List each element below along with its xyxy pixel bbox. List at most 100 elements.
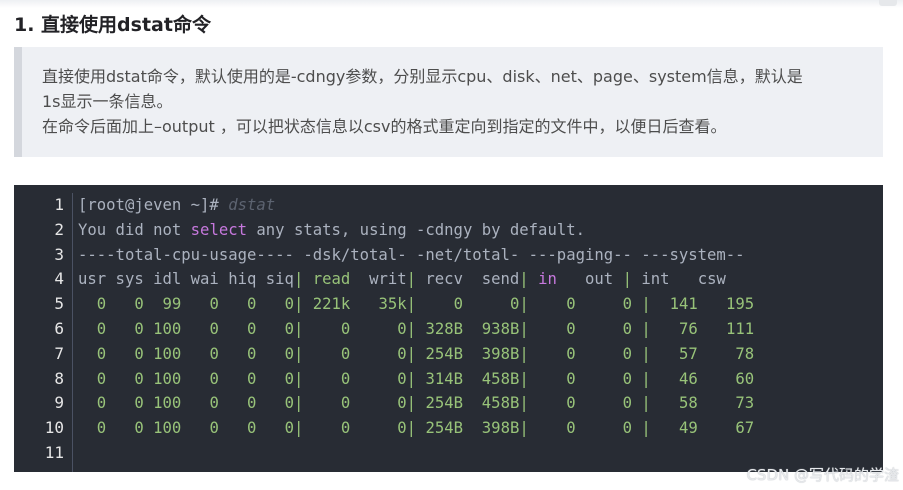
cell-siq: 0 (256, 295, 294, 314)
cell-out: 0 (575, 419, 633, 438)
cell-idl: 100 (143, 394, 182, 413)
code-line-3: ----total-cpu-usage---- -dsk/total- -net… (78, 245, 745, 264)
cell-writ: 35k (350, 295, 407, 314)
separator: | (293, 344, 304, 363)
cell-csw: 73 (697, 394, 755, 413)
cell-wai: 0 (181, 319, 219, 338)
cell-sys: 0 (106, 295, 144, 314)
top-shadow (0, 0, 903, 8)
cell-writ: 0 (350, 319, 407, 338)
cell-writ: 0 (350, 394, 407, 413)
msg-after: any stats, using -cdngy by default. (247, 220, 585, 239)
separator: | (406, 295, 417, 314)
line-number: 8 (54, 368, 64, 388)
cell-recv: 0 (416, 295, 464, 314)
shell-command: dstat (228, 196, 276, 214)
separator: | (293, 394, 304, 413)
cell-in: 0 (528, 419, 576, 438)
cell-wai: 0 (181, 419, 219, 438)
cell-hiq: 0 (218, 394, 257, 413)
cell-int: 57 (650, 344, 698, 363)
cell-int: 76 (650, 319, 698, 338)
shell-prompt: [root@jeven ~]# (78, 196, 229, 214)
cell-out: 0 (575, 394, 633, 413)
cell-in: 0 (528, 394, 576, 413)
separator: | (519, 319, 529, 338)
separator: | (406, 394, 417, 413)
cell-csw: 67 (697, 419, 755, 438)
cell-siq: 0 (256, 419, 294, 438)
line-number: 11 (44, 442, 64, 462)
corner-mark (879, 0, 897, 6)
cell-siq: 0 (256, 369, 294, 388)
stat-row: 0 0 100 0 0 0| 0 0| 254B 398B| 0 0 | 57 … (78, 342, 883, 367)
line-number: 6 (54, 318, 64, 338)
cell-recv: 254B (416, 419, 464, 438)
cell-hiq: 0 (218, 319, 257, 338)
cell-out: 0 (575, 295, 633, 314)
line-number: 5 (54, 294, 64, 314)
cell-in: 0 (528, 319, 576, 338)
line-number-gutter: 1 2 3 4 5 6 7 8 9 10 11 (14, 193, 73, 472)
separator: | (632, 295, 651, 314)
cell-usr: 0 (78, 394, 107, 413)
separator: | (632, 319, 651, 338)
separator: | (406, 319, 417, 338)
cell-idl: 100 (143, 344, 182, 363)
header-out: out (585, 270, 614, 289)
cell-in: 0 (528, 369, 576, 388)
header-sys: int csw (641, 270, 726, 289)
separator: | (519, 394, 529, 413)
msg-keyword: select (190, 220, 248, 239)
cell-int: 141 (650, 295, 698, 314)
code-line-2: You did not select any stats, using -cdn… (78, 218, 883, 243)
separator: | (519, 344, 529, 363)
cell-read: 0 (303, 319, 351, 338)
cell-send: 938B (463, 319, 520, 338)
separator: | (519, 295, 529, 314)
header-read: read (312, 270, 351, 289)
blockquote: 直接使用dstat命令，默认使用的是-cdngy参数，分别显示cpu、disk、… (14, 47, 883, 157)
cell-idl: 99 (143, 295, 182, 314)
quote-line-1: 直接使用dstat命令，默认使用的是-cdngy参数，分别显示cpu、disk、… (42, 67, 803, 86)
msg-before: You did not (78, 220, 191, 239)
cell-in: 0 (528, 344, 576, 363)
cell-out: 0 (575, 369, 633, 388)
cell-recv: 314B (416, 369, 464, 388)
separator: | (406, 369, 417, 388)
stat-row: 0 0 100 0 0 0| 0 0| 314B 458B| 0 0 | 46 … (78, 367, 883, 392)
line-number: 4 (54, 269, 64, 289)
watermark: CSDN @写代码的学渣 (746, 466, 899, 484)
cell-read: 0 (303, 344, 351, 363)
code-block[interactable]: 1 2 3 4 5 6 7 8 9 10 11 [root@jeven ~]# dstat You … (14, 185, 883, 472)
cell-read: 0 (303, 369, 351, 388)
code-lines: [root@jeven ~]# dstat You did not select… (78, 193, 883, 466)
page: 1. 直接使用dstat命令 直接使用dstat命令，默认使用的是-cdngy参… (0, 0, 903, 490)
cell-usr: 0 (78, 319, 107, 338)
cell-read: 221k (303, 295, 351, 314)
cell-out: 0 (575, 319, 633, 338)
cell-csw: 111 (697, 319, 755, 338)
separator: | (632, 344, 651, 363)
cell-out: 0 (575, 344, 633, 363)
separator: | (293, 369, 304, 388)
section-heading: 1. 直接使用dstat命令 (14, 14, 211, 36)
cell-send: 398B (463, 344, 520, 363)
separator: | (293, 419, 304, 438)
header-net: recv send (425, 270, 520, 289)
code-line-1: [root@jeven ~]# dstat (78, 193, 883, 218)
line-number: 7 (54, 343, 64, 363)
cell-siq: 0 (256, 319, 294, 338)
header-writ: writ (369, 270, 407, 289)
cell-recv: 328B (416, 319, 464, 338)
line-number: 9 (54, 393, 64, 413)
cell-sys: 0 (106, 369, 144, 388)
cell-wai: 0 (181, 295, 219, 314)
cell-int: 46 (650, 369, 698, 388)
cell-hiq: 0 (218, 295, 257, 314)
stat-row: 0 0 100 0 0 0| 0 0| 254B 398B| 0 0 | 49 … (78, 416, 883, 441)
cell-read: 0 (303, 419, 351, 438)
cell-wai: 0 (181, 369, 219, 388)
cell-send: 458B (463, 369, 520, 388)
